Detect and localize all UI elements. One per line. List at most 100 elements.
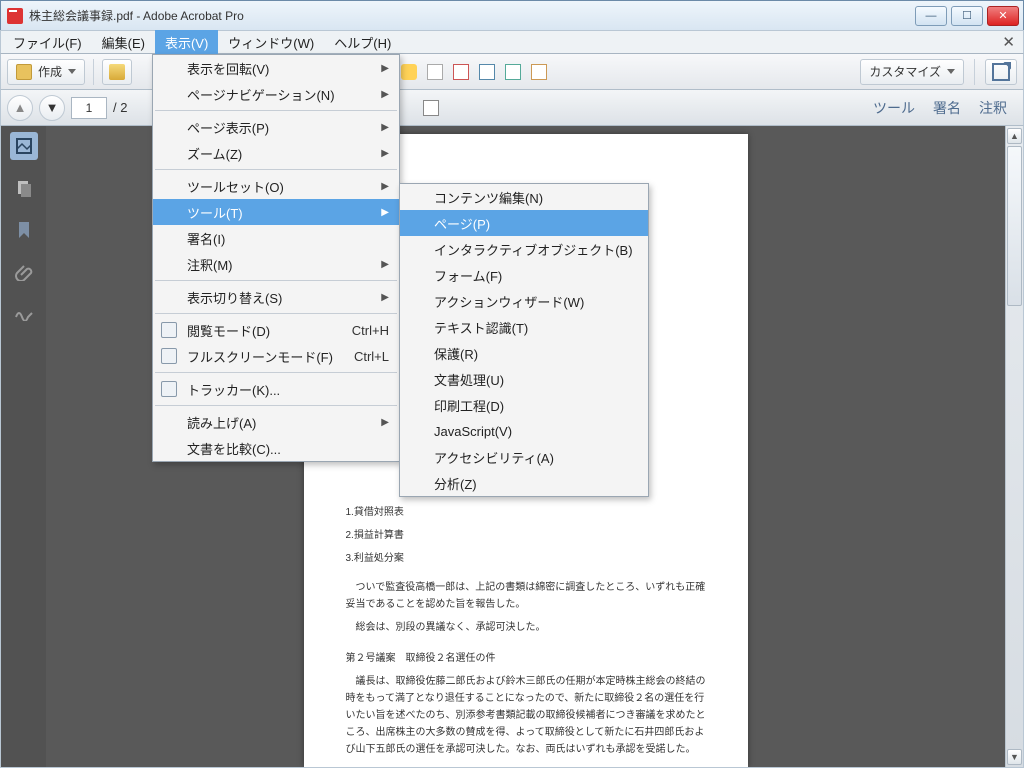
- signatures-tab[interactable]: [10, 300, 38, 328]
- pane-sign[interactable]: 署名: [933, 98, 961, 118]
- close-button[interactable]: ✕: [987, 6, 1019, 26]
- pane-tools[interactable]: ツール: [873, 98, 915, 118]
- label: 印刷工程(D): [434, 396, 504, 415]
- menu-fullscreen[interactable]: フルスクリーンモード(F)Ctrl+L: [153, 343, 399, 369]
- attachments-tab[interactable]: [10, 258, 38, 286]
- menu-file[interactable]: ファイル(F): [3, 30, 92, 55]
- menu-read-aloud[interactable]: 読み上げ(A)▶: [153, 409, 399, 435]
- label: アクションウィザード(W): [434, 292, 584, 311]
- label: アクセシビリティ(A): [434, 448, 554, 467]
- pane-comment[interactable]: 注釈: [979, 98, 1007, 118]
- page-icon: [423, 100, 439, 116]
- chevron-down-icon: [947, 69, 955, 74]
- menu-help[interactable]: ヘルプ(H): [324, 30, 401, 55]
- menu-view[interactable]: 表示(V): [155, 30, 218, 55]
- label: 注釈(M): [187, 255, 233, 274]
- window-titlebar: 株主総会議事録.pdf - Adobe Acrobat Pro — ☐ ✕: [0, 0, 1024, 30]
- submenu-javascript[interactable]: JavaScript(V): [400, 418, 648, 444]
- menu-comment[interactable]: 注釈(M)▶: [153, 251, 399, 277]
- page-number-input[interactable]: 1: [71, 97, 107, 119]
- doc-icon: [505, 64, 521, 80]
- menu-edit[interactable]: 編集(E): [92, 30, 155, 55]
- pdf-icon: [7, 8, 23, 24]
- thumbnails-tab[interactable]: [10, 132, 38, 160]
- doc-text: 3.利益処分案: [346, 550, 706, 567]
- customize-label: カスタマイズ: [869, 63, 941, 80]
- page-up-button[interactable]: ▲: [7, 95, 33, 121]
- doc-icon: [531, 64, 547, 80]
- tracker-icon: [161, 381, 177, 397]
- comment-tool-button[interactable]: [398, 59, 420, 85]
- submenu-forms[interactable]: フォーム(F): [400, 262, 648, 288]
- tool-button-4[interactable]: [502, 59, 524, 85]
- minimize-button[interactable]: —: [915, 6, 947, 26]
- label: 文書処理(U): [434, 370, 504, 389]
- label: ページ表示(P): [187, 118, 269, 137]
- submenu-content-editing[interactable]: コンテンツ編集(N): [400, 184, 648, 210]
- comment-icon: [401, 64, 417, 80]
- menu-tools[interactable]: ツール(T)▶: [153, 199, 399, 225]
- submenu-print-production[interactable]: 印刷工程(D): [400, 392, 648, 418]
- doc-close-button[interactable]: ✕: [996, 33, 1021, 51]
- label: ページナビゲーション(N): [187, 85, 335, 104]
- submenu-analyze[interactable]: 分析(Z): [400, 470, 648, 496]
- label: 文書を比較(C)...: [187, 439, 281, 458]
- open-button[interactable]: [102, 59, 132, 85]
- doc-icon: [453, 64, 469, 80]
- scroll-down-button[interactable]: ▼: [1007, 749, 1022, 765]
- shortcut: Ctrl+L: [334, 349, 389, 364]
- create-button[interactable]: 作成: [7, 59, 85, 85]
- menu-toolset[interactable]: ツールセット(O)▶: [153, 173, 399, 199]
- submenu-text-recognition[interactable]: テキスト認識(T): [400, 314, 648, 340]
- label: ツールセット(O): [187, 177, 284, 196]
- scroll-thumb[interactable]: [1007, 146, 1022, 306]
- folder-icon: [109, 64, 125, 80]
- chevron-down-icon: [68, 69, 76, 74]
- submenu-action-wizard[interactable]: アクションウィザード(W): [400, 288, 648, 314]
- readmode-icon: [161, 322, 177, 338]
- page-down-button[interactable]: ▼: [39, 95, 65, 121]
- separator: [155, 405, 397, 406]
- label: ズーム(Z): [187, 144, 242, 163]
- submenu-accessibility[interactable]: アクセシビリティ(A): [400, 444, 648, 470]
- pages-tab[interactable]: [10, 174, 38, 202]
- bookmarks-tab[interactable]: [10, 216, 38, 244]
- menu-page-navigation[interactable]: ページナビゲーション(N)▶: [153, 81, 399, 107]
- submenu-pages[interactable]: ページ(P): [400, 210, 648, 236]
- expand-icon: [992, 63, 1010, 81]
- menu-window[interactable]: ウィンドウ(W): [218, 30, 324, 55]
- menu-sign[interactable]: 署名(I): [153, 225, 399, 251]
- doc-text: ついで監査役高橋一郎は、上記の書類は綿密に調査したところ、いずれも正確妥当である…: [346, 579, 706, 613]
- nav-pane: [1, 126, 46, 767]
- menu-read-mode[interactable]: 閲覧モード(D)Ctrl+H: [153, 317, 399, 343]
- label: トラッカー(K)...: [187, 380, 280, 399]
- tool-button-2[interactable]: [450, 59, 472, 85]
- nav-tool-button[interactable]: [419, 95, 443, 121]
- tool-button-3[interactable]: [476, 59, 498, 85]
- label: コンテンツ編集(N): [434, 188, 543, 207]
- tool-button-1[interactable]: [424, 59, 446, 85]
- menu-zoom[interactable]: ズーム(Z)▶: [153, 140, 399, 166]
- doc-icon: [479, 64, 495, 80]
- scroll-up-button[interactable]: ▲: [1007, 128, 1022, 144]
- customize-button[interactable]: カスタマイズ: [860, 59, 964, 85]
- label: 表示を回転(V): [187, 59, 269, 78]
- label: インタラクティブオブジェクト(B): [434, 240, 633, 259]
- separator: [155, 110, 397, 111]
- submenu-protect[interactable]: 保護(R): [400, 340, 648, 366]
- menu-tracker[interactable]: トラッカー(K)...: [153, 376, 399, 402]
- label: テキスト認識(T): [434, 318, 528, 337]
- doc-text: 議長は、取締役佐藤二郎氏および鈴木三郎氏の任期が本定時株主総会の終結の時をもって…: [346, 673, 706, 758]
- submenu-document-processing[interactable]: 文書処理(U): [400, 366, 648, 392]
- submenu-interactive-objects[interactable]: インタラクティブオブジェクト(B): [400, 236, 648, 262]
- maximize-button[interactable]: ☐: [951, 6, 983, 26]
- menu-toggle-display[interactable]: 表示切り替え(S)▶: [153, 284, 399, 310]
- expand-button[interactable]: [985, 59, 1017, 85]
- menu-rotate-view[interactable]: 表示を回転(V)▶: [153, 55, 399, 81]
- tool-button-5[interactable]: [528, 59, 550, 85]
- menu-compare[interactable]: 文書を比較(C)...: [153, 435, 399, 461]
- vertical-scrollbar[interactable]: ▲ ▼: [1005, 126, 1023, 767]
- label: フォーム(F): [434, 266, 502, 285]
- doc-text: 1.貸借対照表: [346, 504, 706, 521]
- menu-page-display[interactable]: ページ表示(P)▶: [153, 114, 399, 140]
